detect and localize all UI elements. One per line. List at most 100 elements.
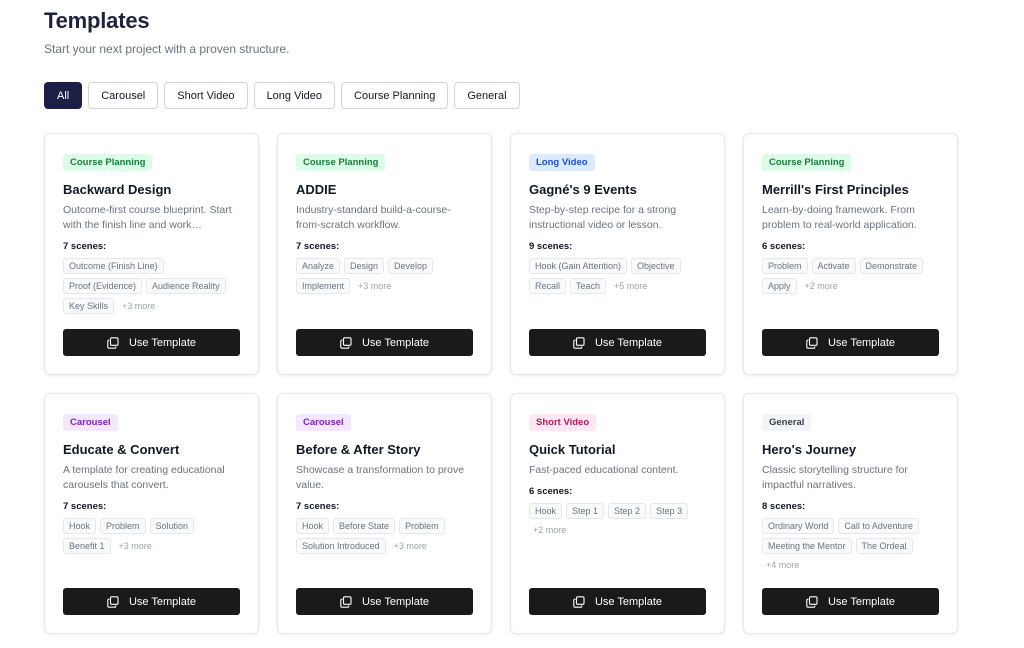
filter-general[interactable]: General (454, 82, 520, 109)
copy-icon (340, 595, 352, 608)
copy-icon (573, 595, 585, 608)
scene-tag: Call to Adventure (838, 518, 919, 534)
use-template-label: Use Template (128, 336, 197, 349)
scene-tag: Meeting the Mentor (762, 538, 852, 554)
scene-tag: Solution (149, 518, 195, 534)
scene-tag: The Ordeal (855, 538, 913, 554)
filter-carousel[interactable]: Carousel (88, 82, 159, 109)
scenes-count: 6 scenes: (529, 486, 573, 497)
use-template-button[interactable]: Use Template (529, 329, 706, 356)
copy-icon (806, 595, 818, 608)
scene-tag: Problem (100, 518, 146, 534)
card-title: Educate & Convert (63, 442, 180, 457)
scenes-count: 7 scenes: (296, 241, 340, 252)
scene-tags: Analyze Design Develop Implement +3 more (296, 258, 473, 294)
use-template-button[interactable]: Use Template (529, 588, 706, 615)
scene-tag: Step 3 (650, 503, 689, 519)
category-badge: Long Video (529, 154, 595, 171)
more-scenes-count: +5 more (614, 281, 648, 291)
use-template-label: Use Template (128, 595, 197, 608)
use-template-label: Use Template (827, 595, 896, 608)
scene-tag: Proof (Evidence) (63, 278, 143, 294)
more-scenes-count: +2 more (804, 281, 838, 291)
use-template-button[interactable]: Use Template (762, 588, 939, 615)
scene-tag: Key Skills (63, 298, 115, 314)
category-badge: General (762, 414, 812, 431)
scene-tag: Apply (762, 278, 797, 294)
page-title: Templates (44, 8, 150, 33)
category-badge: Course Planning (762, 154, 852, 171)
filter-course-planning[interactable]: Course Planning (341, 82, 449, 109)
card-description: Industry-standard build-a-course-from-sc… (296, 204, 451, 231)
use-template-button[interactable]: Use Template (63, 588, 240, 615)
scenes-count: 6 scenes: (762, 241, 806, 252)
category-badge: Carousel (296, 414, 351, 431)
use-template-button[interactable]: Use Template (762, 329, 939, 356)
template-card-quick-tutorial: Short Video Quick Tutorial Fast-paced educ… (510, 393, 725, 634)
scenes-count: 9 scenes: (529, 241, 573, 252)
scene-tag: Analyze (296, 258, 341, 274)
scene-tag: Develop (388, 258, 434, 274)
template-card-before-after-story: Carousel Before & After Story Showcase a t… (277, 393, 492, 634)
template-card-gagn-s-9-events: Long Video Gagné's 9 Events Step-by-step r… (510, 133, 725, 375)
use-template-label: Use Template (361, 595, 430, 608)
copy-icon (340, 336, 352, 349)
scenes-count: 8 scenes: (762, 501, 806, 512)
scene-tags: Ordinary World Call to Adventure Meeting t… (762, 518, 939, 572)
card-description: Outcome-first course blueprint. Start wi… (63, 204, 232, 231)
scene-tag: Demonstrate (859, 258, 924, 274)
card-description: Classic storytelling structure for impac… (762, 464, 908, 491)
use-template-button[interactable]: Use Template (296, 329, 473, 356)
template-card-addie: Course Planning ADDIE Industry-standard bu… (277, 133, 492, 375)
scene-tag: Hook (296, 518, 330, 534)
scene-tag: Problem (399, 518, 445, 534)
card-description: Learn-by-doing framework. From problem t… (762, 204, 917, 231)
category-badge: Carousel (63, 414, 118, 431)
copy-icon (107, 595, 119, 608)
scene-tag: Hook (529, 503, 563, 519)
filter-short-video[interactable]: Short Video (164, 82, 248, 109)
template-card-educate-convert: Carousel Educate & Convert A template for … (44, 393, 259, 634)
category-badge: Course Planning (296, 154, 386, 171)
category-badge: Course Planning (63, 154, 153, 171)
card-description: Fast-paced educational content. (529, 464, 679, 476)
scene-tag: Objective (631, 258, 681, 274)
scene-tag: Before State (333, 518, 396, 534)
copy-icon (573, 336, 585, 349)
filter-all[interactable]: All (44, 82, 83, 109)
copy-icon (806, 336, 818, 349)
more-scenes-count: +3 more (393, 541, 427, 551)
scenes-count: 7 scenes: (296, 501, 340, 512)
scene-tags: Hook Step 1 Step 2 Step 3 +2 more (529, 503, 706, 537)
more-scenes-count: +4 more (766, 560, 800, 570)
scene-tag: Ordinary World (762, 518, 835, 534)
card-title: Hero's Journey (762, 442, 857, 457)
scene-tag: Hook (Gain Attention) (529, 258, 628, 274)
more-scenes-count: +3 more (118, 541, 152, 551)
more-scenes-count: +2 more (533, 525, 567, 535)
page-subtitle: Start your next project with a proven st… (44, 42, 290, 56)
template-card-merrill-s-first-principles: Course Planning Merrill's First Principle… (743, 133, 958, 375)
use-template-label: Use Template (594, 336, 663, 349)
card-title: ADDIE (296, 182, 337, 197)
filter-long-video[interactable]: Long Video (253, 82, 336, 109)
scene-tag: Design (344, 258, 385, 274)
scene-tag: Audience Reality (146, 278, 226, 294)
card-description: A template for creating educational caro… (63, 464, 225, 491)
more-scenes-count: +3 more (122, 301, 156, 311)
more-scenes-count: +3 more (358, 281, 392, 291)
card-title: Backward Design (63, 182, 172, 197)
use-template-button[interactable]: Use Template (296, 588, 473, 615)
card-title: Quick Tutorial (529, 442, 616, 457)
scene-tag: Benefit 1 (63, 538, 111, 554)
scene-tag: Teach (570, 278, 607, 294)
scenes-count: 7 scenes: (63, 241, 107, 252)
scene-tag: Hook (63, 518, 97, 534)
scenes-count: 7 scenes: (63, 501, 107, 512)
scene-tag: Step 1 (566, 503, 605, 519)
scene-tags: Hook Before State Problem Solution Introduc… (296, 518, 473, 554)
scene-tag: Recall (529, 278, 567, 294)
card-description: Step-by-step recipe for a strong instruc… (529, 204, 677, 231)
use-template-button[interactable]: Use Template (63, 329, 240, 356)
scene-tags: Outcome (Finish Line) Proof (Evidence) Aud… (63, 258, 240, 314)
